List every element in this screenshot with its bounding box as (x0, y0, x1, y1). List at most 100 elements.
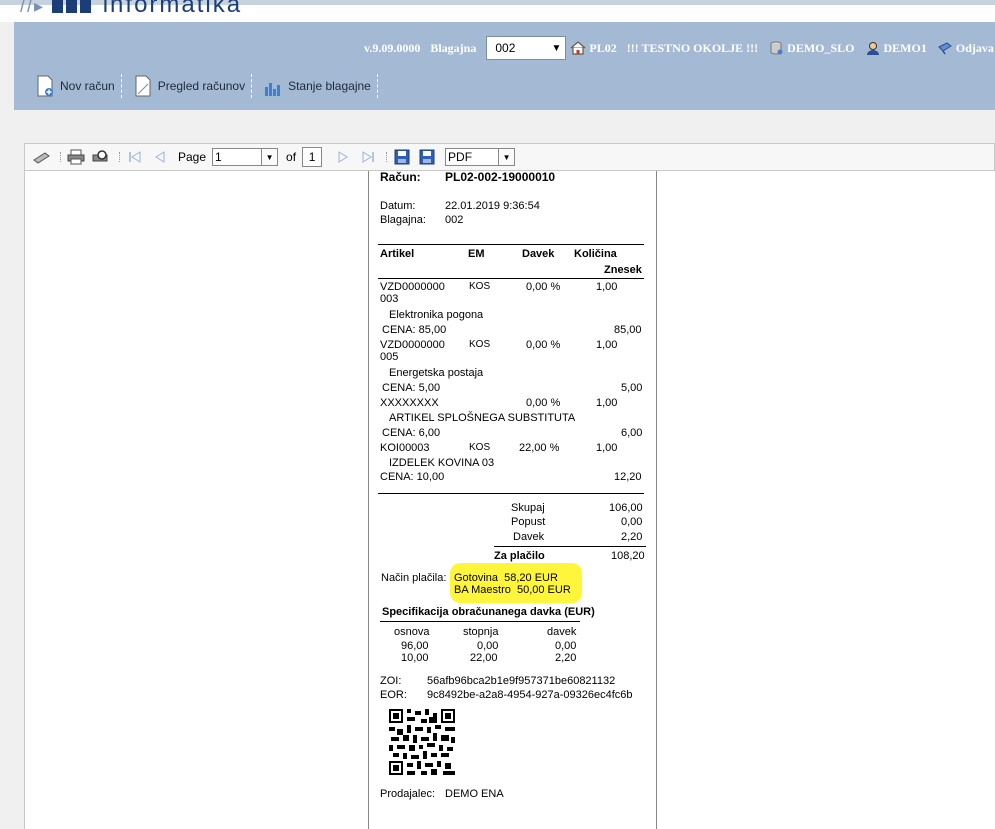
pay-label: Za plačilo (494, 550, 545, 562)
item-unit: KOS (469, 442, 491, 453)
item-qty: 1,00 (596, 397, 618, 409)
tax-spec-title: Specifikacija obračunanega davka (EUR) (382, 606, 595, 618)
chevron-down-icon: ▼ (498, 149, 515, 165)
last-page-icon (362, 151, 374, 163)
logout-icon (938, 42, 952, 55)
receipt-register-value: 002 (445, 214, 464, 226)
print-preview-button[interactable] (90, 147, 112, 167)
qr-code-icon (389, 709, 455, 775)
logo-block-icon (66, 0, 78, 13)
report-viewer[interactable]: Račun: PL02-002-19000010 Datum: 22.01.20… (24, 170, 995, 829)
item-code-cont: 003 (380, 293, 399, 305)
tax-spec-rate: 0,00 (477, 640, 499, 652)
payment-cash: Gotovina 58,20 EUR (454, 572, 558, 584)
item-name: IZDELEK KOVINA 03 (389, 457, 495, 469)
eor-value: 9c8492be-a2a8-4954-927a-09326ec4fc6b (427, 689, 633, 701)
item-name: Elektronika pogona (389, 309, 484, 321)
sum-label: Skupaj (511, 502, 545, 514)
database-icon (770, 41, 783, 55)
next-page-button[interactable] (332, 147, 354, 167)
register-status-button[interactable]: Stanje blagajne (264, 74, 378, 98)
item-tax: 0,00 % (526, 281, 561, 293)
logout-link[interactable]: Odjava (937, 41, 994, 56)
register-label: Blagajna (430, 40, 477, 55)
company-link[interactable]: DEMO_SLO (768, 41, 855, 56)
printer-icon (67, 149, 85, 165)
tax-spec-base: 96,00 (401, 640, 429, 652)
divider (378, 493, 644, 494)
invoice-list-button[interactable]: Pregled računov (134, 74, 253, 98)
divider (378, 278, 644, 279)
zoi-label: ZOI: (380, 675, 402, 687)
floppy-disk-icon (394, 149, 410, 165)
item-qty: 1,00 (596, 442, 618, 454)
item-amount: 5,00 (621, 382, 643, 394)
new-invoice-button[interactable]: Nov račun (36, 74, 122, 98)
page-number-value: 1 (215, 150, 222, 164)
item-name: ARTIKEL SPLOŠNEGA SUBSTITUTA (389, 412, 576, 424)
last-page-button[interactable] (357, 147, 379, 167)
item-qty: 1,00 (596, 339, 618, 351)
save-as-button[interactable] (416, 147, 438, 167)
tax-total-value: 2,20 (621, 531, 643, 543)
export-button[interactable] (31, 147, 53, 167)
date-label: Datum: (380, 200, 416, 212)
print-button[interactable] (65, 147, 87, 167)
item-amount: 6,00 (621, 427, 643, 439)
item-price: CENA: 5,00 (382, 382, 441, 394)
tax-spec-rate: 22,00 (470, 652, 498, 664)
version-label: v.9.09.0000 (364, 40, 421, 55)
export-format-value: PDF (448, 150, 473, 164)
payment-label: Način plačila: (381, 572, 447, 584)
pay-value: 108,20 (611, 550, 645, 562)
eor-label: EOR: (380, 689, 407, 701)
register-select[interactable]: 002 ▼ (486, 36, 567, 60)
item-price: CENA: 6,00 (382, 427, 441, 439)
page-total: 1 (302, 147, 323, 167)
bar-chart-icon (265, 83, 281, 96)
divider (380, 621, 580, 622)
sum-value: 106,00 (609, 502, 643, 514)
tax-spec-tax: 2,20 (555, 652, 577, 664)
divider (494, 546, 646, 547)
chevron-down-icon: ▼ (261, 149, 278, 165)
item-price: CENA: 10,00 (380, 471, 445, 483)
invoice-number: PL02-002-19000010 (445, 170, 556, 184)
app-logo: //▸ informatika (20, 0, 242, 19)
user-link[interactable]: DEMO1 (865, 41, 927, 56)
toolbar-separator (386, 152, 388, 162)
print-search-icon (92, 150, 108, 162)
toolbar-separator (119, 152, 120, 162)
item-price: CENA: 85,00 (382, 324, 447, 336)
environment-label: !!! TESTNO OKOLJE !!! (626, 40, 759, 55)
save-button[interactable] (391, 147, 413, 167)
report-toolbar: Page 1 ▼ of 1 PDF ▼ (24, 143, 995, 171)
item-unit: KOS (469, 339, 491, 350)
document-icon (135, 75, 151, 97)
col-tax: Davek (522, 248, 555, 260)
logo-text: informatika (102, 0, 243, 18)
first-page-icon (129, 151, 141, 163)
seller-value: DEMO ENA (445, 788, 504, 800)
first-page-button[interactable] (124, 147, 146, 167)
item-unit: KOS (469, 281, 491, 292)
previous-page-button[interactable] (149, 147, 171, 167)
item-name: Energetska postaja (389, 367, 484, 379)
location-link[interactable]: PL02 (570, 41, 617, 56)
new-document-icon (37, 75, 53, 97)
item-code: KOI00003 (380, 442, 430, 454)
divider (378, 244, 644, 245)
page-number-select[interactable]: 1 ▼ (212, 148, 279, 166)
export-format-select[interactable]: PDF ▼ (445, 148, 516, 166)
user-icon (866, 42, 879, 55)
action-toolbar: Nov račun Pregled računov Stanje blagajn… (36, 74, 390, 98)
item-qty: 1,00 (596, 281, 618, 293)
tax-spec-tax: 0,00 (555, 640, 577, 652)
of-label: of (286, 150, 297, 164)
payment-card: BA Maestro 50,00 EUR (454, 584, 571, 596)
top-strip: //▸ informatika (0, 0, 995, 22)
page-label: Page (178, 150, 207, 164)
item-code: XXXXXXXX (380, 397, 439, 409)
item-code-cont: 005 (380, 351, 399, 363)
home-icon (570, 41, 586, 55)
